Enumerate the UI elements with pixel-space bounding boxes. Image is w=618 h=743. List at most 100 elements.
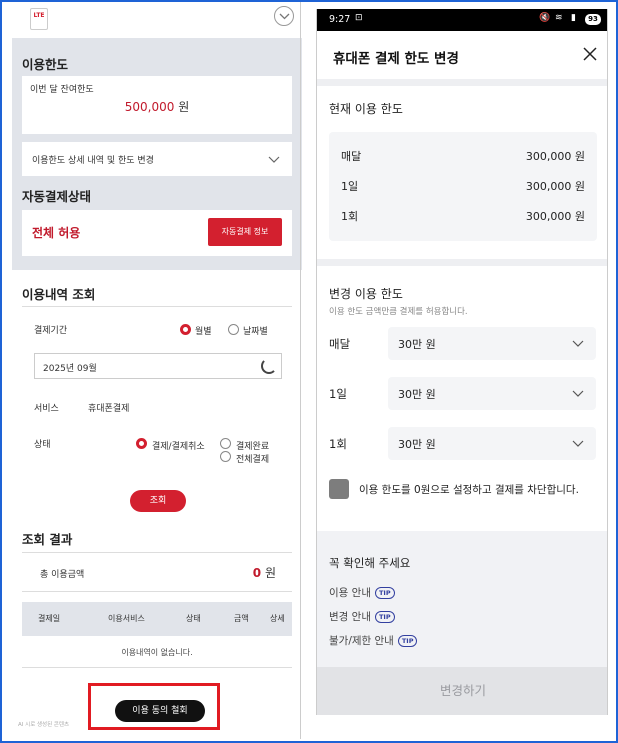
col-header: 금액	[234, 614, 249, 623]
current-limit-value: 300,000 원	[525, 210, 585, 223]
section-divider	[317, 79, 607, 86]
current-limit-value: 300,000 원	[525, 150, 585, 163]
notice-section: 꼭 확인해 주세요 이용 안내 TIP 변경 안내 TIP 불가/제한 안내 TIP …	[317, 531, 607, 715]
status-bar: 9:27 ⊡ 🔇 ≋ ▮ 93	[317, 9, 607, 31]
block-payment-checkbox[interactable]	[329, 479, 349, 499]
page-title: 휴대폰 결제 한도 변경	[333, 51, 459, 67]
limit-detail-label: 이용한도 상세 내역 및 한도 변경	[32, 156, 154, 166]
auto-pay-status: 전체 허용	[32, 226, 81, 240]
remain-label: 이번 달 잔여한도	[30, 85, 94, 95]
current-limit-key: 1회	[341, 210, 359, 223]
radio-daily[interactable]	[228, 324, 239, 335]
service-value: 휴대폰결제	[88, 404, 130, 414]
tip-badge: TIP	[397, 635, 418, 647]
radio-state-complete[interactable]	[220, 438, 231, 449]
chevron-down-icon	[572, 340, 584, 347]
month-value: 2025년 09월	[43, 364, 97, 374]
table-empty-text: 이용내역이 없습니다.	[121, 648, 193, 657]
change-row-label: 1일	[329, 387, 347, 401]
left-screen: LTE 이용한도 이번 달 잔여한도 500,000 원 이용한도 상세 내역 …	[2, 2, 302, 739]
auto-pay-info-button[interactable]: 자동결제 정보	[208, 218, 282, 246]
daily-limit-select[interactable]: 30만 원	[388, 377, 596, 410]
status-time: 9:27	[329, 14, 351, 25]
period-label: 결제기간	[34, 326, 68, 336]
right-screen: 9:27 ⊡ 🔇 ≋ ▮ 93 휴대폰 결제 한도 변경 현재 이용 한도 매달…	[316, 9, 608, 715]
current-limit-box: 매달 300,000 원 1일 300,000 원 1회 300,000 원	[329, 132, 597, 241]
mute-icon: 🔇	[539, 13, 551, 23]
col-header: 상태	[186, 614, 201, 623]
total-usage-row: 총 이용금액 0 원	[22, 552, 292, 592]
withdraw-consent-button[interactable]: 이용 동의 철회	[115, 700, 205, 722]
signal-icon: ▮	[571, 13, 576, 23]
battery-icon: 93	[585, 14, 601, 25]
daily-limit-value: 30만 원	[398, 388, 436, 401]
usage-limit-title: 이용한도	[22, 57, 69, 72]
monthly-limit-select[interactable]: 30만 원	[388, 327, 596, 360]
inquiry-form: 결제기간 월별 날짜별 2025년 09월 서비스 휴대폰결제 상태 결제/결제…	[22, 306, 292, 482]
ai-content-note: AI 시로 생성된 콘텐츠	[18, 722, 70, 728]
state-opt1-label: 결제/결제취소	[152, 442, 205, 452]
radio-daily-label: 날짜별	[243, 327, 268, 337]
current-limit-title: 현재 이용 한도	[329, 102, 403, 116]
tip-row-usage[interactable]: 이용 안내 TIP	[329, 585, 395, 600]
auto-pay-title: 자동결제상태	[22, 189, 92, 204]
notice-title: 꼭 확인해 주세요	[329, 556, 411, 570]
remain-amount-value: 500,000	[124, 100, 175, 114]
tip-row-restriction[interactable]: 불가/제한 안내 TIP	[329, 633, 418, 648]
state-label: 상태	[34, 440, 51, 450]
state-opt2-label: 결제완료	[236, 442, 270, 452]
panel-divider	[300, 2, 301, 739]
submit-change-button[interactable]: 변경하기	[317, 667, 607, 715]
tip-row-label: 변경 안내	[329, 611, 371, 623]
close-icon[interactable]	[583, 47, 597, 61]
top-bar: LTE	[2, 2, 302, 38]
inquiry-title: 이용내역 조회	[22, 287, 96, 302]
col-header: 이용서비스	[108, 614, 145, 623]
total-label: 총 이용금액	[40, 570, 85, 580]
screenshot-icon: ⊡	[355, 13, 363, 23]
total-amount: 0 원	[253, 564, 276, 581]
query-button[interactable]: 조회	[130, 490, 186, 512]
tip-row-change[interactable]: 변경 안내 TIP	[329, 609, 395, 624]
tip-badge: TIP	[374, 587, 395, 599]
radio-monthly-label: 월별	[195, 327, 212, 337]
chevron-down-icon	[268, 156, 280, 163]
auto-pay-card: 전체 허용 자동결제 정보	[22, 210, 292, 256]
usage-limit-section: 이용한도 이번 달 잔여한도 500,000 원 이용한도 상세 내역 및 한도…	[12, 38, 302, 270]
table-empty-row: 이용내역이 없습니다.	[22, 636, 292, 668]
month-select[interactable]: 2025년 09월	[34, 353, 282, 379]
per-transaction-limit-value: 30만 원	[398, 438, 436, 451]
wifi-icon: ≋	[555, 13, 563, 23]
service-label: 서비스	[34, 404, 59, 414]
remain-limit-card: 이번 달 잔여한도 500,000 원	[22, 76, 292, 134]
chevron-down-icon	[572, 390, 584, 397]
result-title: 조회 결과	[22, 532, 73, 547]
total-amount-value: 0	[252, 566, 262, 580]
radio-monthly[interactable]	[180, 324, 191, 335]
change-limit-hint: 이용 한도 금액만큼 결제를 허용합니다.	[329, 307, 468, 317]
change-limit-title: 변경 이용 한도	[329, 287, 403, 301]
radio-state-pay-cancel[interactable]	[136, 438, 147, 449]
total-unit: 원	[264, 566, 276, 580]
tip-row-label: 불가/제한 안내	[329, 635, 394, 647]
change-row-label: 1회	[329, 437, 347, 451]
current-limit-value: 300,000 원	[525, 180, 585, 193]
col-header: 결제일	[38, 614, 61, 623]
monthly-limit-value: 30만 원	[398, 338, 436, 351]
block-payment-label: 이용 한도를 0원으로 설정하고 결제를 차단합니다.	[359, 484, 579, 496]
tip-badge: TIP	[374, 611, 395, 623]
chevron-down-icon	[572, 440, 584, 447]
limit-detail-link[interactable]: 이용한도 상세 내역 및 한도 변경	[22, 142, 292, 176]
remain-amount: 500,000 원	[22, 98, 292, 115]
tip-row-label: 이용 안내	[329, 587, 371, 599]
per-transaction-limit-select[interactable]: 30만 원	[388, 427, 596, 460]
lte-icon: LTE	[30, 8, 48, 30]
current-limit-key: 1일	[341, 180, 359, 193]
loading-spinner-icon	[261, 358, 277, 374]
collapse-chevron-icon[interactable]	[274, 6, 294, 26]
state-opt3-label: 전체결제	[236, 455, 270, 465]
withdraw-highlight: 이용 동의 철회	[88, 683, 220, 730]
radio-state-all[interactable]	[220, 451, 231, 462]
table-header: 결제일 이용서비스 상태 금액 상세	[22, 602, 292, 636]
remain-unit: 원	[178, 100, 190, 114]
